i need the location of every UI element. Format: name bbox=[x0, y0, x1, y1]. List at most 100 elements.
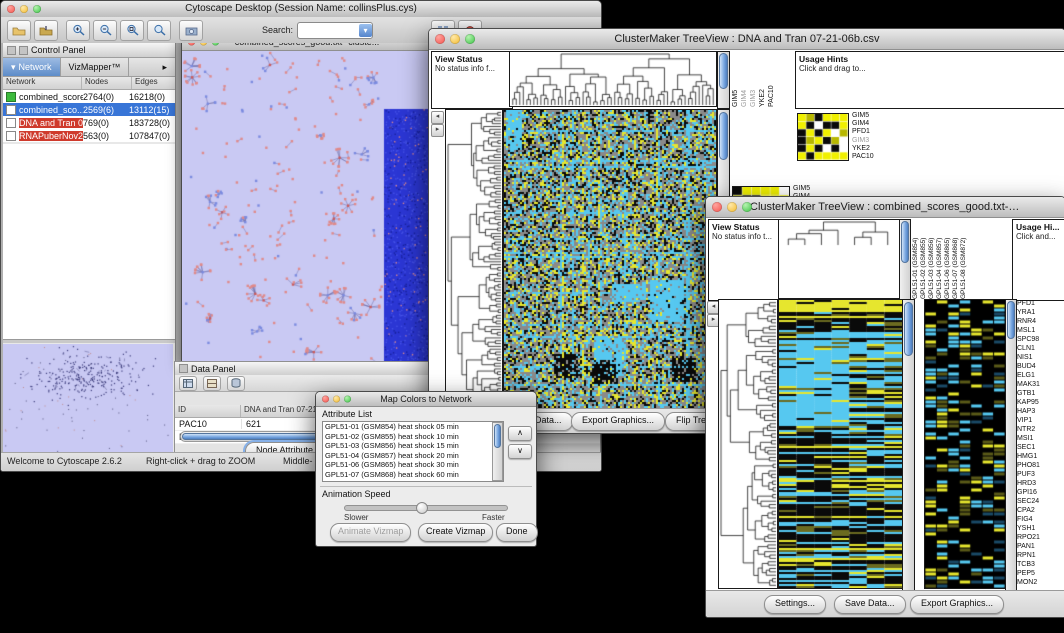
network-overview-thumbnail[interactable] bbox=[3, 344, 173, 453]
zoom-fit-icon[interactable] bbox=[147, 20, 171, 41]
close-icon[interactable] bbox=[435, 34, 445, 44]
global-heatmap-canvas[interactable] bbox=[924, 299, 1006, 589]
column-label: GPL51-07 (GSM868) bbox=[952, 219, 960, 299]
minimize-icon[interactable] bbox=[333, 396, 340, 403]
attribute-item[interactable]: GPL51-01 (GSM854) heat shock 05 min bbox=[323, 422, 503, 432]
attribute-item[interactable]: GPL51-06 (GSM865) heat shock 30 min bbox=[323, 460, 503, 470]
search-input[interactable]: ▾ bbox=[297, 22, 373, 39]
attribute-list-scrollbar[interactable] bbox=[492, 422, 503, 481]
vscroll-thumb[interactable] bbox=[904, 302, 913, 356]
column-scrollbar[interactable] bbox=[899, 219, 911, 301]
network-row[interactable]: combined_scores2764(0)16218(0) bbox=[3, 90, 175, 103]
column-dendrogram-canvas[interactable] bbox=[779, 220, 897, 246]
select-attributes-icon[interactable] bbox=[179, 376, 197, 391]
scroll-right-icon[interactable]: ▸ bbox=[431, 124, 444, 137]
vscroll-thumb[interactable] bbox=[494, 424, 501, 448]
control-panel-title: Control Panel bbox=[31, 43, 86, 57]
network-row[interactable]: DNA and Tran 07...769(0)183728(0) bbox=[3, 116, 175, 129]
close-icon[interactable] bbox=[188, 43, 195, 46]
export-graphics-button[interactable]: Export Graphics... bbox=[910, 595, 1004, 614]
network-row[interactable]: RNAPuberNov2...563(0)107847(0) bbox=[3, 129, 175, 142]
export-graphics-button[interactable]: Export Graphics... bbox=[571, 412, 665, 431]
network-graph-canvas[interactable] bbox=[182, 51, 430, 362]
zoom-window-icon[interactable] bbox=[344, 396, 351, 403]
network-tree-area[interactable] bbox=[3, 144, 175, 341]
create-vizmap-button[interactable]: Create Vizmap bbox=[418, 523, 493, 542]
row-dendrogram-canvas[interactable] bbox=[445, 109, 503, 409]
desktop: Cytoscape Desktop (Session Name: collins… bbox=[0, 0, 1064, 633]
snapshot-icon[interactable] bbox=[179, 20, 203, 41]
tab-network[interactable]: ▾ Network bbox=[3, 58, 61, 76]
attribute-item[interactable]: GPL51-04 (GSM857) heat shock 20 min bbox=[323, 451, 503, 461]
combo-arrow-icon[interactable]: ▾ bbox=[359, 24, 372, 37]
zoom-window-icon[interactable] bbox=[212, 43, 219, 46]
attribute-database-icon[interactable] bbox=[227, 376, 245, 391]
gene-label: YRA1 bbox=[1017, 308, 1063, 317]
open-file-icon[interactable] bbox=[7, 20, 31, 41]
gene-label: GIM3 bbox=[852, 137, 892, 145]
zoom-window-icon[interactable] bbox=[33, 5, 41, 13]
save-data-button[interactable]: Save Data... bbox=[834, 595, 906, 614]
global-vscrollbar[interactable] bbox=[1005, 299, 1017, 591]
network-table-rows: combined_scores2764(0)16218(0)combined_s… bbox=[3, 90, 175, 142]
move-down-button[interactable]: ∨ bbox=[508, 444, 532, 459]
minimize-icon[interactable] bbox=[450, 34, 460, 44]
import-network-icon[interactable] bbox=[34, 20, 58, 41]
treeview1-titlebar[interactable]: ClusterMaker TreeView : DNA and Tran 07-… bbox=[429, 29, 1064, 50]
scroll-left-icon[interactable]: ◂ bbox=[431, 111, 444, 124]
dialog-titlebar[interactable]: Map Colors to Network bbox=[316, 392, 536, 407]
attribute-item[interactable]: GPL51-07 (GSM868) heat shock 60 min bbox=[323, 470, 503, 480]
close-icon[interactable] bbox=[7, 5, 15, 13]
column-label: YKE2 bbox=[759, 51, 768, 107]
zoom-in-icon[interactable] bbox=[66, 20, 90, 41]
zoom-window-icon[interactable] bbox=[742, 202, 752, 212]
column-scrollbar[interactable] bbox=[717, 51, 730, 109]
minimize-icon[interactable] bbox=[727, 202, 737, 212]
network-loaded-icon bbox=[6, 92, 16, 102]
close-icon[interactable] bbox=[712, 202, 722, 212]
hide-panel-icon[interactable] bbox=[19, 46, 28, 55]
zoom-selected-icon[interactable] bbox=[120, 20, 144, 41]
row-dendrogram-canvas[interactable] bbox=[718, 299, 778, 589]
tab-vizmapper[interactable]: VizMapper™ bbox=[61, 58, 130, 76]
vscroll-thumb[interactable] bbox=[719, 53, 728, 89]
view-status-panel: View Status No status info t... bbox=[708, 219, 782, 301]
animate-vizmap-button[interactable]: Animate Vizmap bbox=[330, 523, 411, 542]
zoom-window-icon[interactable] bbox=[465, 34, 475, 44]
treeview2-titlebar[interactable]: ClusterMaker TreeView : combined_scores_… bbox=[706, 197, 1064, 218]
tabs-overflow-button[interactable]: ▸ bbox=[154, 58, 175, 76]
divider bbox=[320, 486, 532, 487]
cluster-thumbnail-canvas[interactable] bbox=[797, 113, 849, 161]
slider-knob[interactable] bbox=[416, 502, 428, 514]
float-panel-icon[interactable] bbox=[179, 364, 188, 373]
column-label: GPL51-04 (GSM857) bbox=[936, 219, 944, 299]
move-up-button[interactable]: ∧ bbox=[508, 426, 532, 441]
vscroll-thumb[interactable] bbox=[719, 112, 728, 160]
panel-splitter[interactable] bbox=[3, 339, 175, 343]
heatmap-canvas[interactable] bbox=[778, 299, 903, 589]
create-attribute-icon[interactable] bbox=[203, 376, 221, 391]
network-window-title: combined_scores_good.txt--cluste... bbox=[235, 43, 380, 47]
minimize-icon[interactable] bbox=[200, 43, 207, 46]
animation-speed-slider[interactable] bbox=[344, 505, 508, 511]
network-view-window: combined_scores_good.txt--cluste... bbox=[181, 43, 433, 363]
minimize-icon[interactable] bbox=[20, 5, 28, 13]
dialog-title: Map Colors to Network bbox=[380, 394, 472, 404]
zoom-out-icon[interactable] bbox=[93, 20, 117, 41]
network-window-titlebar[interactable]: combined_scores_good.txt--cluste... bbox=[182, 43, 432, 51]
done-button[interactable]: Done bbox=[496, 523, 538, 542]
heatmap-vscrollbar[interactable] bbox=[902, 299, 915, 591]
attribute-item[interactable]: GPL51-02 (GSM855) heat shock 10 min bbox=[323, 432, 503, 442]
vscroll-thumb[interactable] bbox=[1007, 301, 1015, 339]
column-dendrogram-canvas[interactable] bbox=[509, 51, 717, 107]
settings-button[interactable]: Settings... bbox=[764, 595, 826, 614]
network-row[interactable]: combined_sco...2569(6)13112(15) bbox=[3, 103, 175, 116]
attribute-item[interactable]: GPL51-03 (GSM856) heat shock 15 min bbox=[323, 441, 503, 451]
main-window-title: Cytoscape Desktop (Session Name: collins… bbox=[185, 3, 417, 14]
column-label: GPL51-06 (GSM865) bbox=[944, 219, 952, 299]
float-panel-icon[interactable] bbox=[7, 46, 16, 55]
main-titlebar[interactable]: Cytoscape Desktop (Session Name: collins… bbox=[1, 1, 601, 18]
vscroll-thumb[interactable] bbox=[901, 221, 909, 263]
heatmap-canvas[interactable] bbox=[503, 109, 717, 409]
close-icon[interactable] bbox=[322, 396, 329, 403]
